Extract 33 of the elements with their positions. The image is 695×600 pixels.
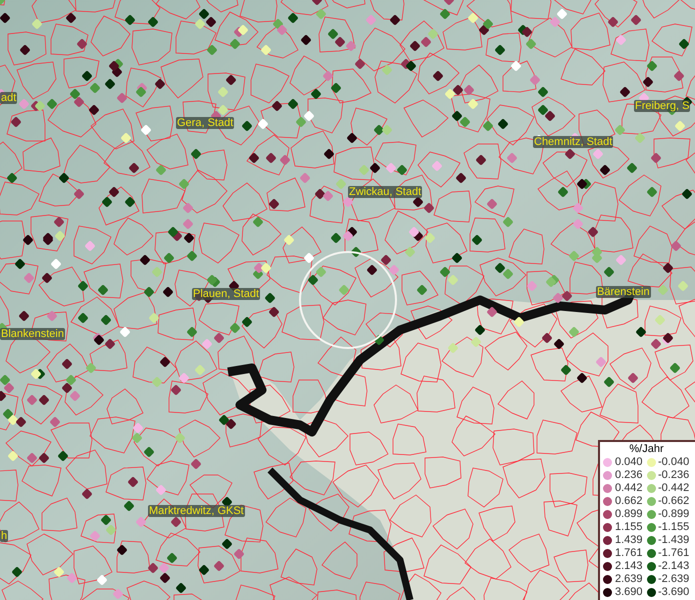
legend-value: 3.690 — [615, 587, 644, 598]
place-label: h — [0, 530, 8, 542]
legend-value: 0.040 — [615, 457, 644, 468]
legend-value: -0.662 — [658, 496, 690, 507]
place-label: Gera, Stadt — [176, 117, 234, 129]
place-label: Zwickau, Stadt — [348, 186, 422, 198]
legend-value: -3.690 — [658, 587, 690, 598]
legend-title: %/Jahr — [628, 443, 665, 456]
legend-value: 0.236 — [615, 470, 644, 481]
legend-value: -1.155 — [658, 522, 690, 533]
legend-value: -1.439 — [658, 535, 690, 546]
legend-value: 0.442 — [615, 483, 644, 494]
place-label: Plauen, Stadt — [192, 288, 260, 300]
legend-value: -1.761 — [658, 548, 690, 559]
legend-value: -0.040 — [658, 457, 690, 468]
place-label: Bärenstein — [596, 286, 651, 298]
place-label: Blankenstein — [0, 328, 65, 340]
legend-value: 1.155 — [615, 522, 644, 533]
legend-value: -2.639 — [658, 574, 690, 585]
legend-value: 1.439 — [615, 535, 644, 546]
place-label: adt — [0, 92, 18, 104]
legend-value: 1.761 — [615, 548, 644, 559]
legend-value: 0.662 — [615, 496, 644, 507]
legend-value: -0.236 — [658, 470, 690, 481]
legend-value: 2.143 — [615, 561, 644, 572]
place-label: Freiberg, S — [634, 100, 690, 112]
legend-value: 2.639 — [615, 574, 644, 585]
legend-value: -0.442 — [658, 483, 690, 494]
place-label: Marktredwitz, GKSt — [148, 505, 245, 517]
legend-value: 0.899 — [615, 509, 644, 520]
place-label: Chemnitz, Stadt — [533, 136, 614, 148]
legend-value: -0.899 — [658, 509, 690, 520]
legend-value: -2.143 — [658, 561, 690, 572]
